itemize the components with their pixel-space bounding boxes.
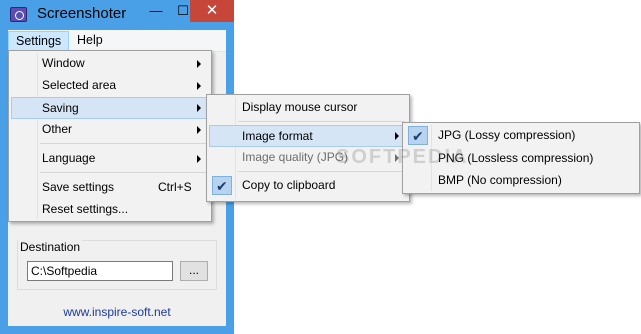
camera-icon: [10, 7, 27, 22]
menu-item-image-format[interactable]: Image format: [209, 125, 407, 147]
chevron-right-icon: [197, 82, 201, 90]
menu-separator: [238, 121, 405, 122]
menu-separator: [40, 143, 207, 144]
menu-item-reset-settings[interactable]: Reset settings...: [11, 199, 209, 221]
menu-item-language[interactable]: Language: [11, 148, 209, 170]
destination-label: Destination: [18, 240, 83, 254]
menu-item-shortcut: Ctrl+S: [158, 180, 192, 194]
menu-item-save-settings[interactable]: Save settings Ctrl+S: [11, 177, 209, 199]
menu-item-label: Saving: [42, 101, 79, 115]
checkmark-icon: ✔: [212, 176, 232, 195]
destination-input[interactable]: [27, 261, 173, 281]
menu-item-selected-area[interactable]: Selected area: [11, 75, 209, 97]
settings-menu: Window Selected area Saving Other Langua…: [8, 50, 212, 222]
menu-item-label: JPG (Lossy compression): [438, 128, 576, 142]
menu-item-label: Display mouse cursor: [242, 100, 358, 114]
watermark: SOFTPEDIA: [336, 146, 469, 168]
menu-help[interactable]: Help: [70, 31, 110, 51]
title-bar[interactable]: Screenshoter — ☐ ✕: [0, 0, 234, 30]
menu-item-copy-to-clipboard[interactable]: ✔ Copy to clipboard: [209, 175, 407, 197]
chevron-right-icon: [197, 104, 201, 112]
menu-settings[interactable]: Settings: [8, 31, 70, 51]
menu-item-saving[interactable]: Saving: [11, 97, 209, 119]
minimize-button[interactable]: —: [143, 0, 169, 22]
menu-bar: Settings Help: [8, 30, 226, 52]
window-title: Screenshoter: [37, 5, 127, 22]
chevron-right-icon: [197, 126, 201, 134]
chevron-right-icon: [197, 155, 201, 163]
menu-item-label: Language: [42, 151, 96, 165]
menu-item-label: Image quality (JPG): [242, 150, 349, 164]
checkmark-icon: ✔: [408, 126, 428, 145]
menu-item-label: Selected area: [42, 78, 117, 92]
menu-item-label: Other: [42, 122, 73, 136]
chevron-right-icon: [395, 132, 399, 140]
menu-item-jpg[interactable]: ✔ JPG (Lossy compression): [405, 125, 637, 147]
menu-item-label: Image format: [242, 129, 313, 143]
menu-item-window[interactable]: Window: [11, 53, 209, 75]
chevron-right-icon: [197, 60, 201, 68]
menu-item-other[interactable]: Other: [11, 119, 209, 141]
menu-item-display-mouse-cursor[interactable]: Display mouse cursor: [209, 97, 407, 119]
browse-button[interactable]: ...: [180, 261, 208, 281]
menu-separator: [238, 171, 405, 172]
menu-item-label: BMP (No compression): [438, 173, 562, 187]
menu-item-bmp[interactable]: BMP (No compression): [405, 170, 637, 192]
menu-item-label: Copy to clipboard: [242, 178, 336, 192]
menu-separator: [40, 172, 207, 173]
close-button[interactable]: ✕: [190, 0, 234, 22]
website-link[interactable]: www.inspire-soft.net: [8, 305, 226, 319]
menu-item-label: Window: [42, 56, 85, 70]
menu-item-label: Reset settings...: [42, 202, 129, 216]
menu-item-label: Save settings: [42, 180, 115, 194]
